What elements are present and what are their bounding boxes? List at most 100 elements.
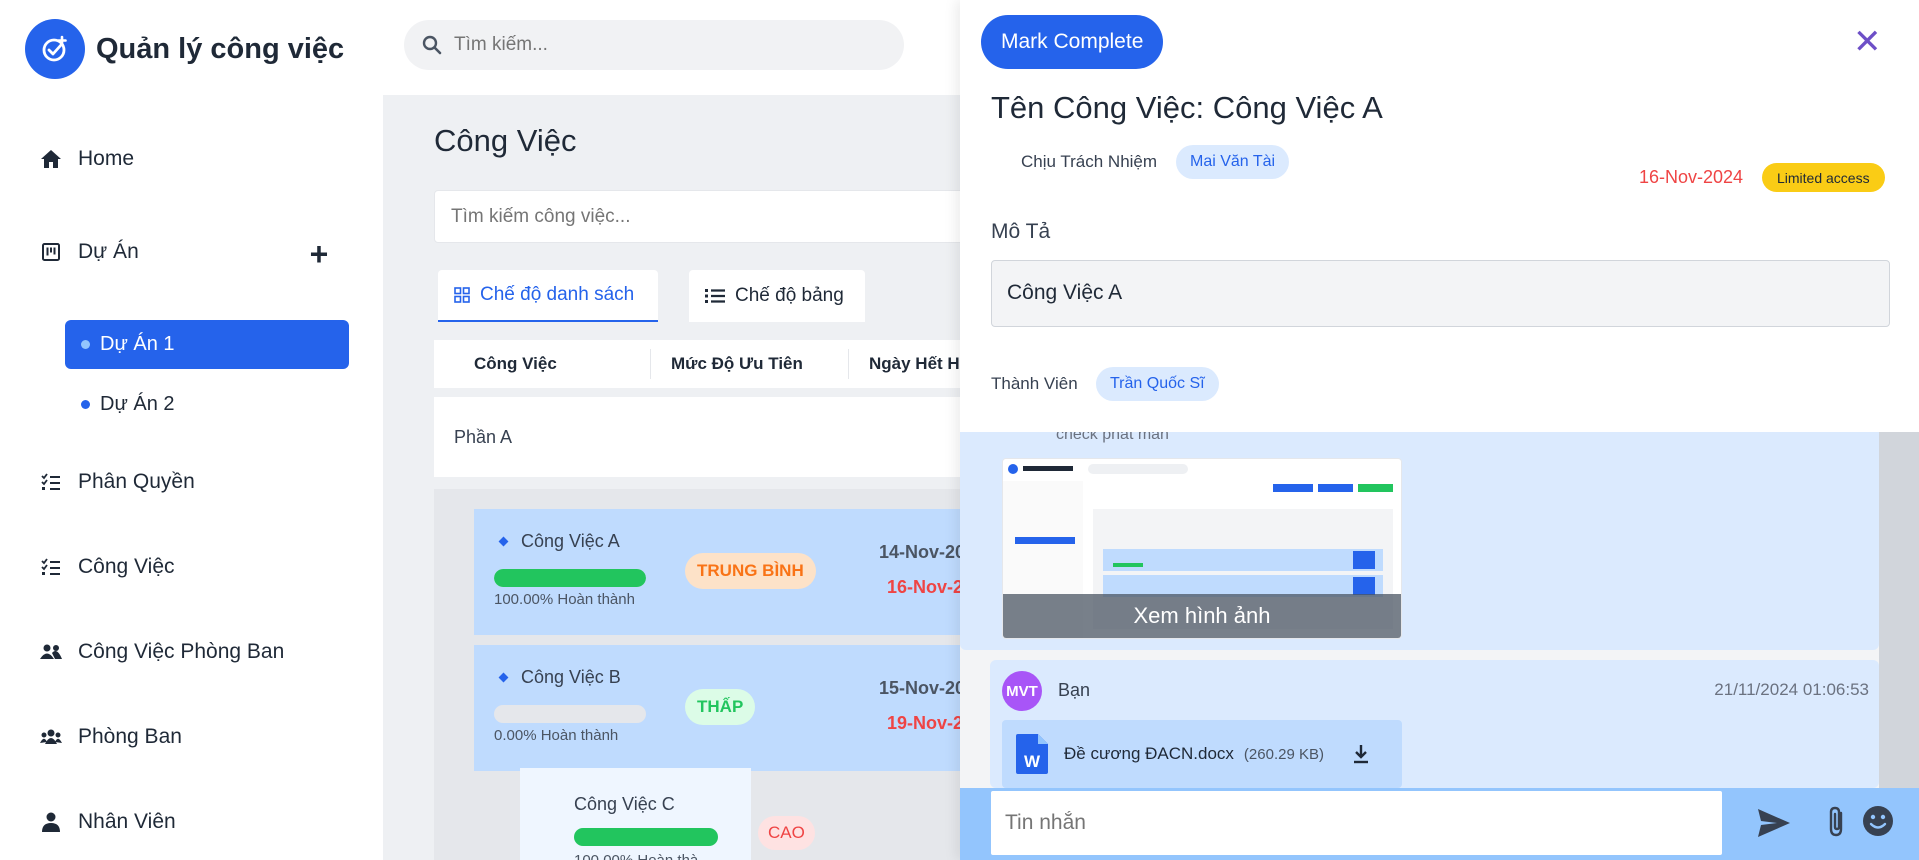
sidebar-item-label: Phòng Ban	[78, 725, 182, 748]
people-group-icon	[40, 726, 62, 748]
sidebar-item-label: Phân Quyền	[78, 470, 195, 493]
sidebar-item-permissions[interactable]: Phân Quyền	[40, 470, 195, 494]
message-text: check phát mãn	[1056, 432, 1169, 443]
sidebar-item-employees[interactable]: Nhân Viên	[40, 810, 176, 834]
task-name-text: Công Việc A	[521, 531, 620, 551]
user-icon	[40, 811, 62, 833]
search-icon	[422, 35, 442, 55]
sidebar-item-label: Công Việc	[78, 555, 175, 578]
due-date: 16-Nov-2	[887, 577, 964, 597]
close-icon[interactable]: ✕	[1853, 22, 1882, 62]
page-title: Công Việc	[434, 123, 577, 158]
message-input[interactable]	[991, 791, 1722, 855]
progress-bar	[494, 705, 646, 723]
sidebar-item-label: Home	[78, 147, 135, 170]
description-textarea[interactable]: Công Việc A	[991, 260, 1890, 327]
add-project-button[interactable]: +	[305, 238, 333, 270]
task-name-text: Công Việc C	[574, 794, 675, 814]
file-name: Đề cương ĐACN.docx	[1064, 744, 1234, 763]
drawer-due-date: 16-Nov-2024	[1639, 167, 1744, 187]
list-check-icon	[40, 471, 62, 493]
image-attachment[interactable]: Xem hình ảnh	[1002, 458, 1402, 639]
sidebar-item-department-tasks[interactable]: Công Việc Phòng Ban	[40, 640, 284, 664]
responsible-chip[interactable]: Mai Văn Tài	[1176, 145, 1290, 179]
avatar: MVT	[1002, 671, 1042, 711]
file-attachment[interactable]: W Đề cương ĐACN.docx (260.29 KB)	[1002, 720, 1402, 788]
word-file-icon: W	[1016, 734, 1048, 774]
message-sender: Bạn	[1058, 680, 1091, 700]
sidebar-item-home[interactable]: Home	[40, 147, 134, 171]
responsible-label: Chịu Trách Nhiệm	[1021, 152, 1158, 171]
progress-bar	[574, 828, 718, 846]
progress-label: 100.00% Hoàn thành	[494, 591, 635, 608]
progress-bar	[494, 569, 646, 587]
search-input[interactable]	[454, 34, 874, 56]
progress-label: 0.00% Hoàn thành	[494, 727, 619, 744]
priority-badge: THẤP	[685, 689, 756, 725]
message-timestamp: 21/11/2024 01:06:53	[1714, 680, 1869, 699]
sidebar-item-tasks[interactable]: Công Việc	[40, 555, 175, 579]
task-detail-drawer: Mark Complete ✕ Tên Công Việc: Công Việc…	[960, 0, 1919, 860]
progress-label: 100.00% Hoàn thà	[574, 852, 698, 860]
sidebar-item-label: Nhân Viên	[78, 810, 176, 833]
download-icon[interactable]	[1352, 744, 1370, 764]
send-icon[interactable]	[1757, 808, 1791, 838]
svg-text:W: W	[1024, 752, 1041, 771]
list-check-icon	[40, 556, 62, 578]
message-composer	[960, 788, 1919, 860]
column-header[interactable]: Mức Độ Ưu Tiên	[651, 349, 849, 379]
description-label: Mô Tả	[991, 220, 1051, 243]
progress-fill	[494, 569, 646, 587]
bullet-icon	[81, 400, 90, 409]
column-header[interactable]: Công Việc	[434, 349, 651, 379]
project-label: Dự Án 2	[100, 393, 175, 415]
tab-table-view[interactable]: Chế độ bảng	[689, 270, 865, 322]
start-date: 14-Nov-20	[879, 542, 966, 562]
task-name: Công Việc B	[498, 667, 621, 688]
sidebar: Quản lý công việc Home Dự Án + Dự Án 1 D…	[0, 0, 383, 860]
sidebar-item-label: Dự Án	[78, 240, 139, 263]
subtask-row[interactable]: Công Việc C 100.00% Hoàn thà CAO	[520, 768, 815, 860]
priority-badge: TRUNG BÌNH	[685, 553, 816, 589]
diamond-icon	[498, 672, 509, 683]
list-icon	[705, 288, 725, 304]
view-image-overlay[interactable]: Xem hình ảnh	[1003, 594, 1401, 638]
app-logo[interactable]: Quản lý công việc	[25, 19, 344, 79]
tab-list-view[interactable]: Chế độ danh sách	[438, 270, 658, 322]
task-name: Công Việc A	[498, 531, 620, 552]
sidebar-item-label: Công Việc Phòng Ban	[78, 640, 285, 663]
tab-label: Chế độ bảng	[735, 285, 844, 306]
emoji-icon[interactable]	[1862, 805, 1894, 837]
kanban-icon	[40, 241, 62, 263]
tab-label: Chế độ danh sách	[480, 284, 635, 305]
priority-badge: CAO	[758, 816, 815, 850]
member-chip[interactable]: Trần Quốc Sĩ	[1096, 367, 1219, 401]
app-title: Quản lý công việc	[96, 32, 345, 65]
start-date: 15-Nov-20	[879, 678, 966, 698]
project-item[interactable]: Dự Án 2	[65, 382, 175, 427]
diamond-icon	[498, 536, 509, 547]
access-badge: Limited access	[1762, 163, 1885, 192]
grid-icon	[454, 287, 470, 303]
sidebar-item-projects[interactable]: Dự Án	[40, 240, 139, 264]
file-size: (260.29 KB)	[1243, 745, 1324, 763]
chat-message: MVT Bạn 21/11/2024 01:06:53 W Đề cương Đ…	[990, 660, 1879, 788]
app-root: Quản lý công việc Home Dự Án + Dự Án 1 D…	[0, 0, 1919, 860]
chat-panel[interactable]: check phát mãn Xem hình ảnh MVT Bạn 21/1…	[960, 432, 1919, 788]
paperclip-icon[interactable]	[1827, 806, 1847, 838]
chat-scrollbar[interactable]	[1879, 432, 1919, 788]
bullet-icon	[81, 340, 90, 349]
users-icon	[40, 641, 62, 663]
due-date: 19-Nov-2	[887, 713, 964, 733]
task-title: Tên Công Việc: Công Việc A	[991, 90, 1383, 125]
global-search[interactable]	[404, 20, 904, 70]
logo-check-icon	[25, 19, 85, 79]
mark-complete-button[interactable]: Mark Complete	[981, 15, 1164, 69]
members-label: Thành Viên	[991, 374, 1078, 393]
chat-message: check phát mãn Xem hình ảnh	[960, 432, 1879, 650]
sidebar-item-departments[interactable]: Phòng Ban	[40, 725, 182, 749]
chat-messages[interactable]: check phát mãn Xem hình ảnh MVT Bạn 21/1…	[960, 432, 1879, 788]
project-label: Dự Án 1	[100, 333, 175, 355]
project-item-active[interactable]: Dự Án 1	[65, 320, 349, 369]
task-name-text: Công Việc B	[521, 667, 621, 687]
